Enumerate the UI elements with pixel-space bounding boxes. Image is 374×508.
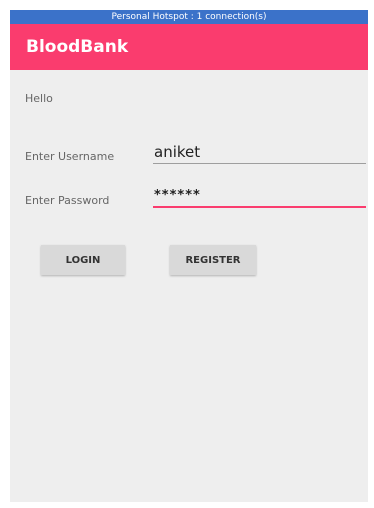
login-form: Hello Enter Username Enter Password LOGI… — [10, 70, 368, 502]
login-button[interactable]: LOGIN — [41, 245, 125, 275]
app-bar: BloodBank — [10, 24, 368, 70]
username-field[interactable] — [153, 141, 366, 164]
status-bar-text: Personal Hotspot : 1 connection(s) — [111, 12, 267, 22]
register-button[interactable]: REGISTER — [170, 245, 256, 275]
app-title: BloodBank — [26, 37, 129, 57]
status-bar: Personal Hotspot : 1 connection(s) — [10, 10, 368, 24]
password-field[interactable] — [153, 184, 366, 208]
greeting-text: Hello — [25, 92, 53, 105]
password-label: Enter Password — [25, 194, 110, 207]
username-label: Enter Username — [25, 150, 115, 163]
phone-screen: Personal Hotspot : 1 connection(s) Blood… — [10, 10, 368, 502]
